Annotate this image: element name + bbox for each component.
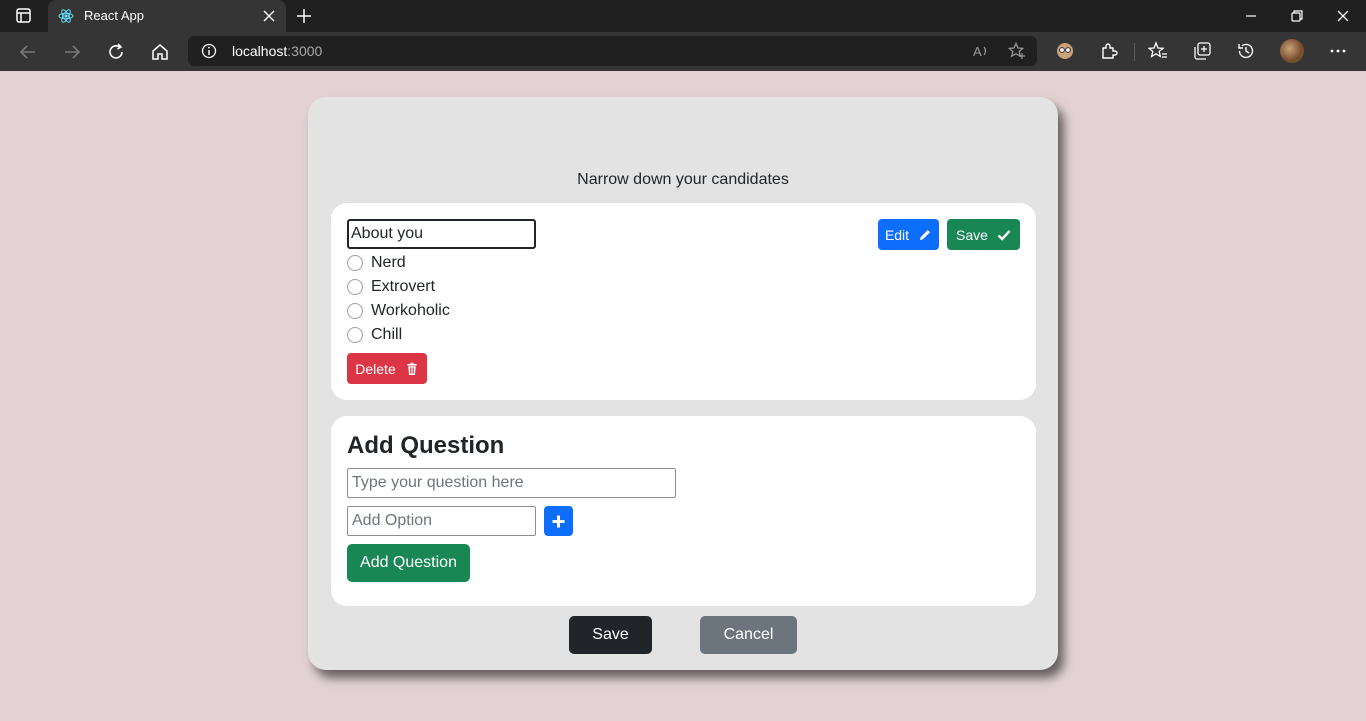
option-item[interactable]: Workoholic (347, 299, 450, 323)
radio-button[interactable] (347, 327, 363, 343)
address-host: localhost (232, 43, 288, 59)
page-subtitle: Narrow down your candidates (577, 171, 789, 188)
add-question-heading: Add Question (347, 432, 505, 459)
new-tab-icon[interactable] (296, 8, 312, 24)
options-list: Nerd Extrovert Workoholic Chill (347, 251, 450, 347)
history-icon[interactable] (1236, 41, 1256, 61)
toolbar-separator (1134, 43, 1135, 61)
option-label: Chill (371, 326, 403, 343)
refresh-icon[interactable] (106, 42, 126, 62)
save-button[interactable]: Save (569, 616, 652, 654)
trash-icon (407, 362, 417, 375)
close-window-icon[interactable] (1335, 8, 1351, 24)
edit-label: Edit (884, 226, 910, 243)
browser-titlebar: React App (0, 0, 1366, 32)
screening-card: Narrow down your candidates Nerd Extrove… (308, 97, 1058, 670)
tab-actions-icon[interactable] (12, 7, 34, 25)
option-item[interactable]: Chill (347, 323, 450, 347)
address-bar[interactable]: localhost:3000 A (188, 36, 1037, 66)
back-icon[interactable] (18, 42, 38, 62)
home-icon[interactable] (150, 42, 170, 62)
close-tab-icon[interactable] (262, 9, 276, 23)
restore-icon[interactable] (1289, 8, 1305, 24)
tab-title: React App (84, 8, 144, 23)
minimize-icon[interactable] (1243, 8, 1259, 24)
radio-button[interactable] (347, 303, 363, 319)
option-text-input[interactable] (347, 506, 536, 536)
extension-glasses-icon[interactable] (1055, 41, 1075, 61)
question-title-input[interactable] (347, 219, 536, 249)
read-aloud-icon[interactable]: A (972, 42, 990, 60)
svg-text:A: A (973, 44, 982, 59)
collections-icon[interactable] (1192, 41, 1212, 61)
add-question-button[interactable]: Add Question (347, 544, 470, 582)
profile-avatar[interactable] (1280, 39, 1304, 63)
more-options-icon[interactable] (1328, 41, 1348, 61)
radio-button[interactable] (347, 279, 363, 295)
extensions-icon[interactable] (1099, 41, 1119, 61)
cancel-button[interactable]: Cancel (700, 616, 797, 654)
radio-button[interactable] (347, 255, 363, 271)
info-icon[interactable] (201, 43, 217, 59)
option-item[interactable]: Extrovert (347, 275, 450, 299)
add-option-button[interactable] (544, 506, 573, 536)
save-question-label: Save (956, 226, 988, 243)
option-label: Workoholic (371, 302, 450, 319)
check-icon (997, 229, 1011, 241)
forward-icon[interactable] (62, 42, 82, 62)
delete-label: Delete (355, 360, 396, 377)
save-question-button[interactable]: Save (947, 219, 1020, 250)
edit-button[interactable]: Edit (878, 219, 939, 250)
question-text-input[interactable] (347, 468, 676, 498)
browser-tab[interactable]: React App (48, 0, 286, 32)
address-url[interactable]: localhost:3000 (232, 43, 322, 59)
react-logo-icon (58, 9, 74, 23)
add-favorite-icon[interactable] (1008, 42, 1026, 60)
option-label: Nerd (371, 254, 406, 271)
delete-button[interactable]: Delete (347, 353, 427, 384)
pencil-icon (920, 229, 931, 240)
option-item[interactable]: Nerd (347, 251, 450, 275)
favorites-icon[interactable] (1148, 41, 1168, 61)
option-label: Extrovert (371, 278, 436, 295)
add-question-panel: Add Question Add Question (331, 416, 1036, 606)
question-panel: Nerd Extrovert Workoholic Chill Edit Sav… (331, 203, 1036, 400)
address-port: :3000 (287, 43, 323, 59)
plus-icon (552, 515, 565, 527)
